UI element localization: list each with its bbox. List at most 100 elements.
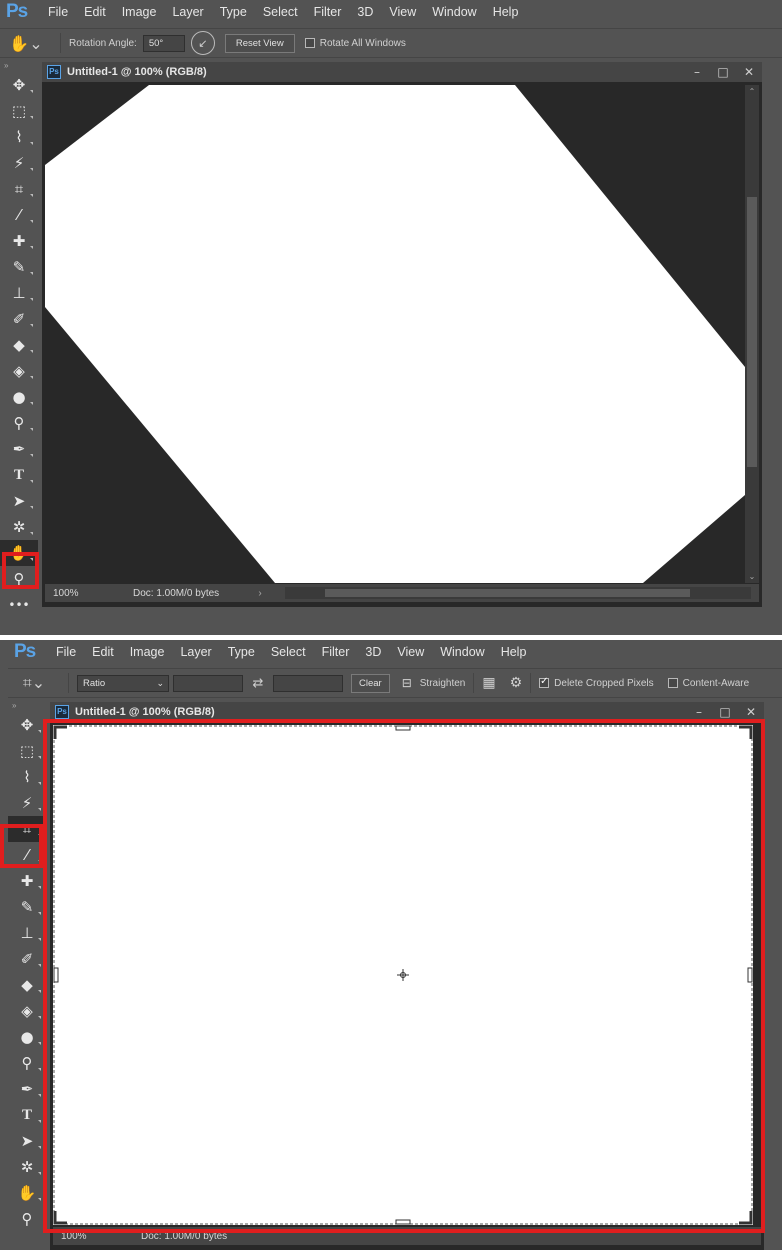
path-selection-tool-icon[interactable]: ➤ [0, 488, 38, 514]
tools-panel: » ✥ ⬚ ⌇ ⚡ ⌗ ⁄ ✚ ✎ ⊥ ✐ ◆ ◈ ● ⚲ ✒ T ➤ ✲ ✋ … [8, 702, 46, 1250]
clear-button[interactable]: Clear [351, 673, 390, 693]
menu-filter[interactable]: Filter [306, 5, 350, 19]
more-tools-icon[interactable]: ••• [0, 592, 38, 618]
canvas-area[interactable] [45, 85, 745, 583]
blur-tool-icon[interactable]: ● [8, 1024, 46, 1050]
menu-select[interactable]: Select [263, 645, 314, 659]
menu-window[interactable]: Window [424, 5, 484, 19]
menu-image[interactable]: Image [122, 645, 173, 659]
pen-tool-icon[interactable]: ✒ [8, 1076, 46, 1102]
type-tool-icon[interactable]: T [8, 1102, 46, 1128]
shape-tool-icon[interactable]: ✲ [0, 514, 38, 540]
shape-tool-icon[interactable]: ✲ [8, 1154, 46, 1180]
crop-height-input[interactable] [273, 674, 343, 692]
menu-view[interactable]: View [389, 645, 432, 659]
marquee-tool-icon[interactable]: ⬚ [8, 738, 46, 764]
zoom-tool-icon[interactable]: ⚲ [8, 1206, 46, 1232]
brush-tool-icon[interactable]: ✎ [8, 894, 46, 920]
history-brush-tool-icon[interactable]: ✐ [8, 946, 46, 972]
clone-stamp-tool-icon[interactable]: ⊥ [8, 920, 46, 946]
crop-tool-icon[interactable]: ⌗ [0, 176, 38, 202]
menu-edit[interactable]: Edit [76, 5, 114, 19]
dodge-tool-icon[interactable]: ⚲ [8, 1050, 46, 1076]
paint-bucket-tool-icon[interactable]: ◈ [8, 998, 46, 1024]
checkbox-icon [304, 38, 315, 48]
document-tab[interactable]: Ps Untitled-1 @ 100% (RGB/8) – □ ✕ [42, 62, 762, 82]
history-brush-tool-icon[interactable]: ✐ [0, 306, 38, 332]
menu-window[interactable]: Window [432, 645, 492, 659]
healing-brush-tool-icon[interactable]: ✚ [0, 228, 38, 254]
rotate-all-windows-label: Rotate All Windows [319, 37, 406, 49]
ratio-select[interactable]: Ratio ⌄ [77, 674, 169, 692]
move-tool-icon[interactable]: ✥ [8, 712, 46, 738]
reset-view-button[interactable]: Reset View [224, 33, 295, 53]
divider [60, 33, 61, 53]
clone-stamp-tool-icon[interactable]: ⊥ [0, 280, 38, 306]
brush-tool-icon[interactable]: ✎ [0, 254, 38, 280]
gear-icon[interactable]: ⚙ [510, 675, 523, 691]
lasso-tool-icon[interactable]: ⌇ [0, 124, 38, 150]
menu-type[interactable]: Type [220, 645, 263, 659]
menu-bar: Ps File Edit Image Layer Type Select Fil… [0, 0, 782, 24]
move-tool-icon[interactable]: ✥ [0, 72, 38, 98]
close-icon[interactable]: ✕ [736, 62, 762, 82]
content-aware-checkbox[interactable]: Content-Aware [667, 678, 749, 689]
straighten-icon[interactable]: ⊟ [402, 676, 412, 690]
menu-3d[interactable]: 3D [357, 645, 389, 659]
eraser-tool-icon[interactable]: ◆ [8, 972, 46, 998]
menu-layer[interactable]: Layer [164, 5, 211, 19]
menu-view[interactable]: View [381, 5, 424, 19]
type-tool-icon[interactable]: T [0, 462, 38, 488]
eyedropper-tool-icon[interactable]: ⁄ [0, 202, 38, 228]
rotation-dial-icon[interactable]: ↙ [190, 31, 215, 55]
marquee-tool-icon[interactable]: ⬚ [0, 98, 38, 124]
menu-file[interactable]: File [40, 5, 76, 19]
magic-wand-tool-icon[interactable]: ⚡ [0, 150, 38, 176]
menu-3d[interactable]: 3D [349, 5, 381, 19]
document-title: Untitled-1 @ 100% (RGB/8) [75, 706, 215, 718]
menu-edit[interactable]: Edit [84, 645, 122, 659]
horizontal-scrollbar[interactable] [285, 587, 751, 599]
minimize-icon[interactable]: – [684, 62, 710, 82]
panel-collapse-icon[interactable]: » [8, 702, 46, 712]
rotate-view-preset-icon[interactable]: ✋⌄ [0, 34, 52, 53]
vertical-scroll-thumb[interactable] [747, 197, 757, 467]
lasso-tool-icon[interactable]: ⌇ [8, 764, 46, 790]
zoom-level[interactable]: 100% [45, 588, 95, 599]
rotate-all-windows-checkbox[interactable]: Rotate All Windows [304, 37, 406, 49]
menu-select[interactable]: Select [255, 5, 306, 19]
menu-layer[interactable]: Layer [172, 645, 219, 659]
rotate-view-tool-icon[interactable]: ✋ [8, 1180, 46, 1206]
straighten-label[interactable]: Straighten [420, 678, 466, 689]
status-menu-arrow-icon[interactable]: › [235, 588, 285, 599]
path-selection-tool-icon[interactable]: ➤ [8, 1128, 46, 1154]
rotate-view-screenshot: Ps File Edit Image Layer Type Select Fil… [0, 0, 782, 635]
healing-brush-tool-icon[interactable]: ✚ [8, 868, 46, 894]
swap-dimensions-icon[interactable]: ⇄ [243, 676, 273, 691]
menu-image[interactable]: Image [114, 5, 165, 19]
doc-info[interactable]: Doc: 1.00M/0 bytes [95, 588, 235, 599]
dodge-tool-icon[interactable]: ⚲ [0, 410, 38, 436]
panel-collapse-icon[interactable]: » [0, 62, 38, 72]
paint-bucket-tool-icon[interactable]: ◈ [0, 358, 38, 384]
tools-panel: » ✥ ⬚ ⌇ ⚡ ⌗ ⁄ ✚ ✎ ⊥ ✐ ◆ ◈ ● ⚲ ✒ T ➤ ✲ ✋ … [0, 62, 38, 635]
pen-tool-icon[interactable]: ✒ [0, 436, 38, 462]
blur-tool-icon[interactable]: ● [0, 384, 38, 410]
overlay-grid-icon[interactable]: ▦ [482, 675, 495, 691]
scroll-down-icon[interactable]: ⌄ [745, 572, 759, 581]
rotation-angle-input[interactable]: 50° [142, 34, 185, 52]
maximize-icon[interactable]: □ [710, 62, 736, 82]
menu-file[interactable]: File [48, 645, 84, 659]
menu-help[interactable]: Help [493, 645, 535, 659]
eraser-tool-icon[interactable]: ◆ [0, 332, 38, 358]
horizontal-scroll-thumb[interactable] [325, 589, 690, 597]
vertical-scrollbar[interactable]: ⌃ ⌄ [745, 85, 759, 583]
crop-width-input[interactable] [173, 674, 243, 692]
crop-preset-icon[interactable]: ⌗⌄ [8, 673, 60, 693]
scroll-up-icon[interactable]: ⌃ [745, 87, 759, 96]
menu-type[interactable]: Type [212, 5, 255, 19]
magic-wand-tool-icon[interactable]: ⚡ [8, 790, 46, 816]
menu-help[interactable]: Help [485, 5, 527, 19]
menu-filter[interactable]: Filter [314, 645, 358, 659]
delete-cropped-pixels-checkbox[interactable]: Delete Cropped Pixels [539, 676, 654, 689]
